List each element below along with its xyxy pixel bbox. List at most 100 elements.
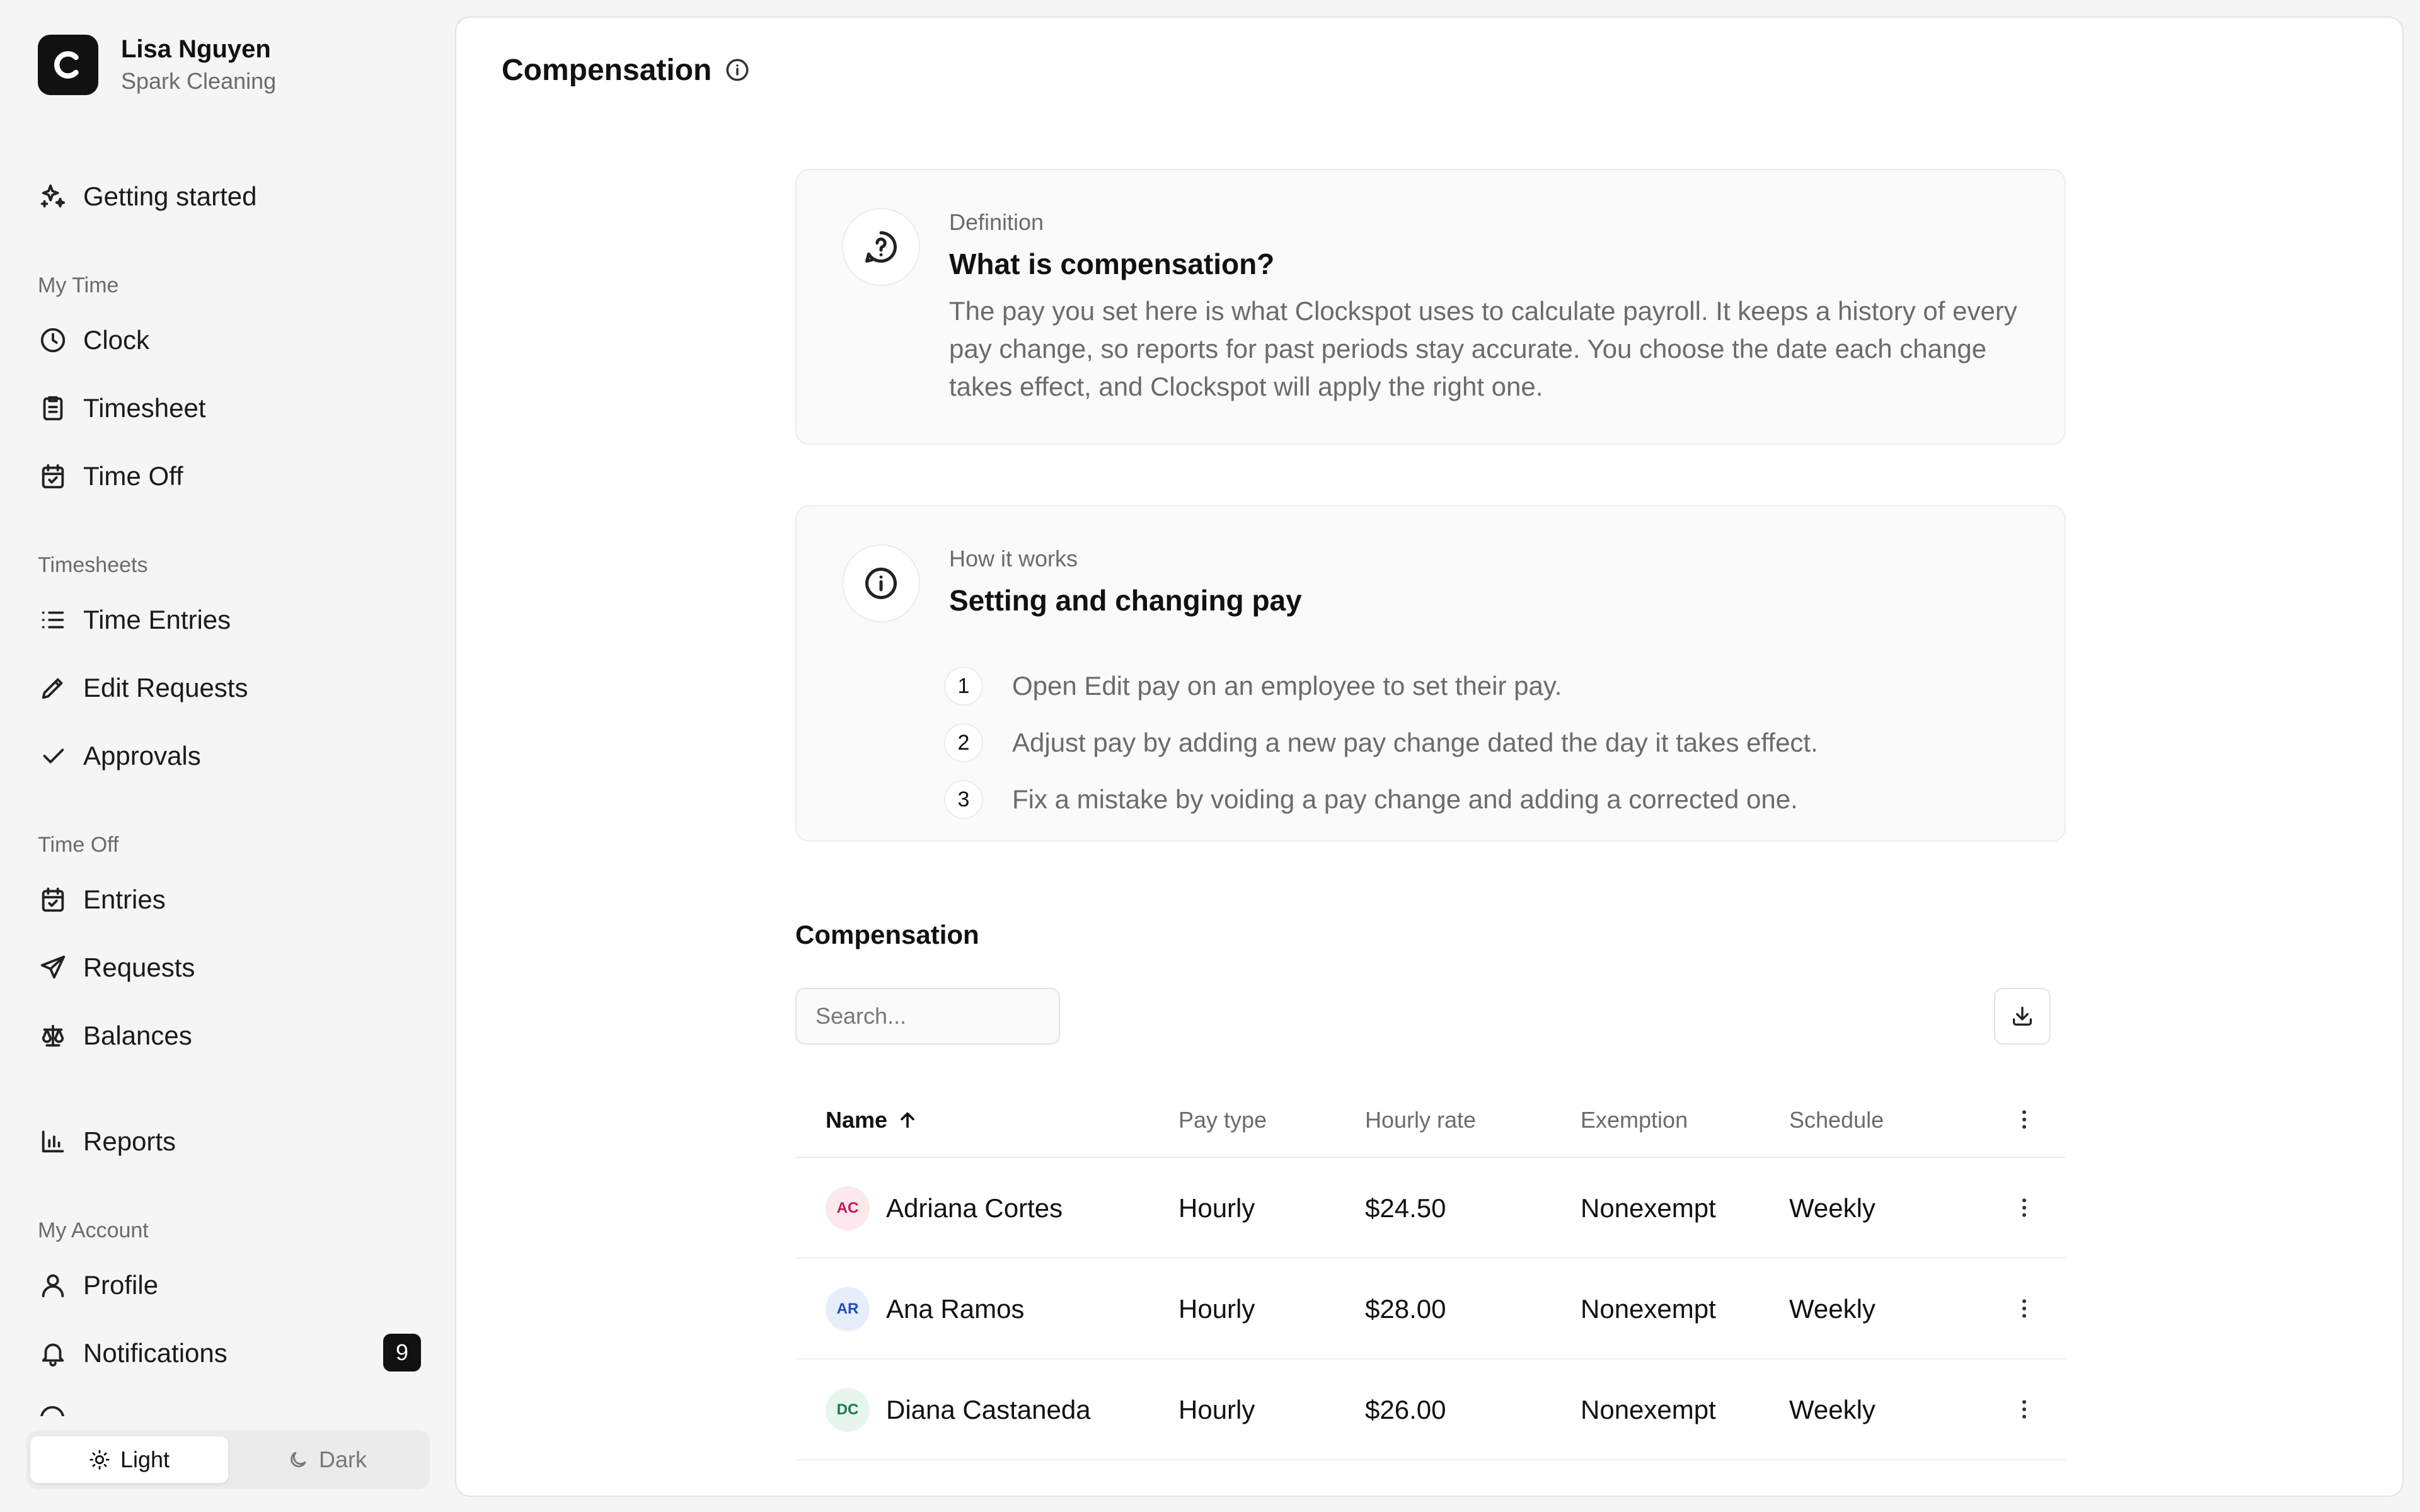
account-switcher[interactable]: Lisa Nguyen Spark Cleaning [38, 33, 276, 97]
card-eyebrow: How it works [949, 546, 1078, 571]
help-circle-icon [842, 208, 920, 286]
more-vertical-icon [2022, 1400, 2026, 1419]
sidebar-item-label: Balances [83, 1021, 192, 1050]
partial-icon [40, 1406, 64, 1416]
column-header-exemption[interactable]: Exemption [1581, 1082, 1688, 1158]
card-eyebrow: Definition [949, 209, 1044, 235]
table-row[interactable]: AC Adriana Cortes Hourly $24.50 Nonexemp… [795, 1158, 2066, 1259]
theme-light-button[interactable]: Light [30, 1436, 228, 1483]
card-title: What is compensation? [949, 248, 1275, 280]
sidebar-item-profile[interactable]: Profile [38, 1265, 158, 1305]
sidebar-item-label: Time Entries [83, 605, 231, 634]
download-icon [2013, 1007, 2032, 1026]
main-panel: Compensation Definition What is compensa… [455, 16, 2404, 1497]
calendar-check-icon [38, 885, 68, 915]
hourly-rate-cell: $24.50 [1365, 1193, 1446, 1223]
exemption-cell: Nonexempt [1581, 1294, 1716, 1324]
sidebar-item-approvals[interactable]: Approvals [38, 736, 201, 776]
theme-light-label: Light [120, 1446, 170, 1472]
sidebar-item-label: Time Off [83, 461, 183, 491]
sidebar: Lisa Nguyen Spark Cleaning Getting start… [0, 0, 452, 1512]
step-text: Open Edit pay on an employee to set thei… [1012, 671, 1562, 701]
logo-c-icon [54, 51, 79, 79]
sidebar-item-label: Edit Requests [83, 673, 248, 702]
sidebar-item-label: Getting started [83, 181, 257, 211]
download-button[interactable] [1994, 988, 2051, 1045]
page-header: Compensation [502, 53, 752, 88]
column-header-pay-type[interactable]: Pay type [1178, 1082, 1267, 1158]
sidebar-item-label: Clock [83, 325, 150, 355]
sidebar-item-balances[interactable]: Balances [38, 1016, 192, 1056]
how-it-works-card: How it works Setting and changing pay 1 … [795, 505, 2066, 842]
send-icon [38, 953, 68, 983]
sidebar-item-requests[interactable]: Requests [38, 948, 195, 988]
sidebar-item-notifications[interactable]: Notifications [38, 1333, 228, 1373]
employee-name-cell: DC Diana Castaneda [826, 1360, 1091, 1460]
schedule-cell: Weekly [1789, 1294, 1876, 1324]
employee-name-cell: AC Adriana Cortes [826, 1158, 1063, 1259]
employee-name: Ana Ramos [886, 1294, 1025, 1324]
check-icon [38, 741, 68, 771]
sidebar-item-timesheet[interactable]: Timesheet [38, 388, 206, 428]
theme-dark-label: Dark [318, 1446, 367, 1472]
employee-name: Diana Castaneda [886, 1395, 1091, 1424]
step-text: Fix a mistake by voiding a pay change an… [1012, 784, 1798, 814]
avatar: DC [826, 1388, 870, 1432]
step-number: 2 [944, 723, 983, 762]
search-input[interactable] [795, 988, 1060, 1045]
sort-ascending-icon [901, 1112, 914, 1128]
step-item: 2 Adjust pay by adding a new pay change … [944, 714, 1818, 771]
sidebar-item-label: Approvals [83, 741, 201, 770]
section-label-timesheets: Timesheets [38, 553, 148, 577]
row-actions-button[interactable] [2012, 1360, 2037, 1459]
sidebar-item-label: Notifications [83, 1338, 228, 1368]
pay-type-cell: Hourly [1178, 1395, 1255, 1424]
pencil-icon [38, 673, 68, 703]
column-options-button[interactable] [2012, 1082, 2037, 1157]
clock-icon [38, 325, 68, 355]
more-vertical-icon [2022, 1299, 2026, 1318]
sidebar-item-edit-requests[interactable]: Edit Requests [38, 668, 248, 708]
schedule-cell: Weekly [1789, 1193, 1876, 1223]
table-section-title: Compensation [795, 920, 979, 949]
sidebar-item-time-entries[interactable]: Time Entries [38, 600, 231, 640]
column-header-name[interactable]: Name [826, 1082, 919, 1158]
step-number: 1 [944, 667, 983, 706]
sun-icon [89, 1450, 110, 1470]
more-vertical-icon [2022, 1198, 2026, 1217]
column-header-hourly-rate[interactable]: Hourly rate [1365, 1082, 1476, 1158]
bell-icon [38, 1338, 68, 1368]
more-vertical-icon [2022, 1110, 2026, 1129]
sidebar-item-partially-hidden[interactable] [38, 1404, 227, 1416]
row-actions-button[interactable] [2012, 1259, 2037, 1358]
sidebar-item-time-off[interactable]: Time Off [38, 456, 183, 496]
list-icon [38, 605, 68, 635]
sparkles-icon [38, 181, 68, 212]
row-actions-button[interactable] [2012, 1158, 2037, 1257]
avatar: AC [826, 1186, 870, 1230]
sidebar-item-label: Entries [83, 885, 166, 914]
sidebar-item-clock[interactable]: Clock [38, 320, 149, 360]
sidebar-item-entries[interactable]: Entries [38, 879, 166, 920]
employee-name: Adriana Cortes [886, 1193, 1063, 1223]
avatar: AR [826, 1287, 870, 1331]
table-row[interactable]: AR Ana Ramos Hourly $28.00 Nonexempt Wee… [795, 1259, 2066, 1360]
table-row[interactable]: DC Diana Castaneda Hourly $26.00 Nonexem… [795, 1360, 2066, 1460]
page-title: Compensation [502, 54, 712, 87]
sidebar-item-label: Requests [83, 953, 195, 982]
step-item: 1 Open Edit pay on an employee to set th… [944, 658, 1818, 714]
info-icon[interactable] [724, 57, 752, 84]
moon-icon [291, 1452, 306, 1467]
theme-dark-button[interactable]: Dark [228, 1436, 426, 1483]
sidebar-item-getting-started[interactable]: Getting started [38, 176, 256, 217]
definition-card: Definition What is compensation? The pay… [795, 169, 2066, 445]
column-header-schedule[interactable]: Schedule [1789, 1082, 1884, 1158]
calendar-check-icon [38, 461, 68, 491]
section-label-time-off: Time Off [38, 833, 119, 857]
compensation-table: Name Pay type Hourly rate Exemption Sche… [795, 1082, 2066, 1460]
schedule-cell: Weekly [1789, 1395, 1876, 1424]
sidebar-item-label: Profile [83, 1270, 159, 1300]
sidebar-item-reports[interactable]: Reports [38, 1121, 176, 1162]
theme-toggle: Light Dark [26, 1430, 430, 1489]
info-circle-icon [842, 544, 920, 622]
